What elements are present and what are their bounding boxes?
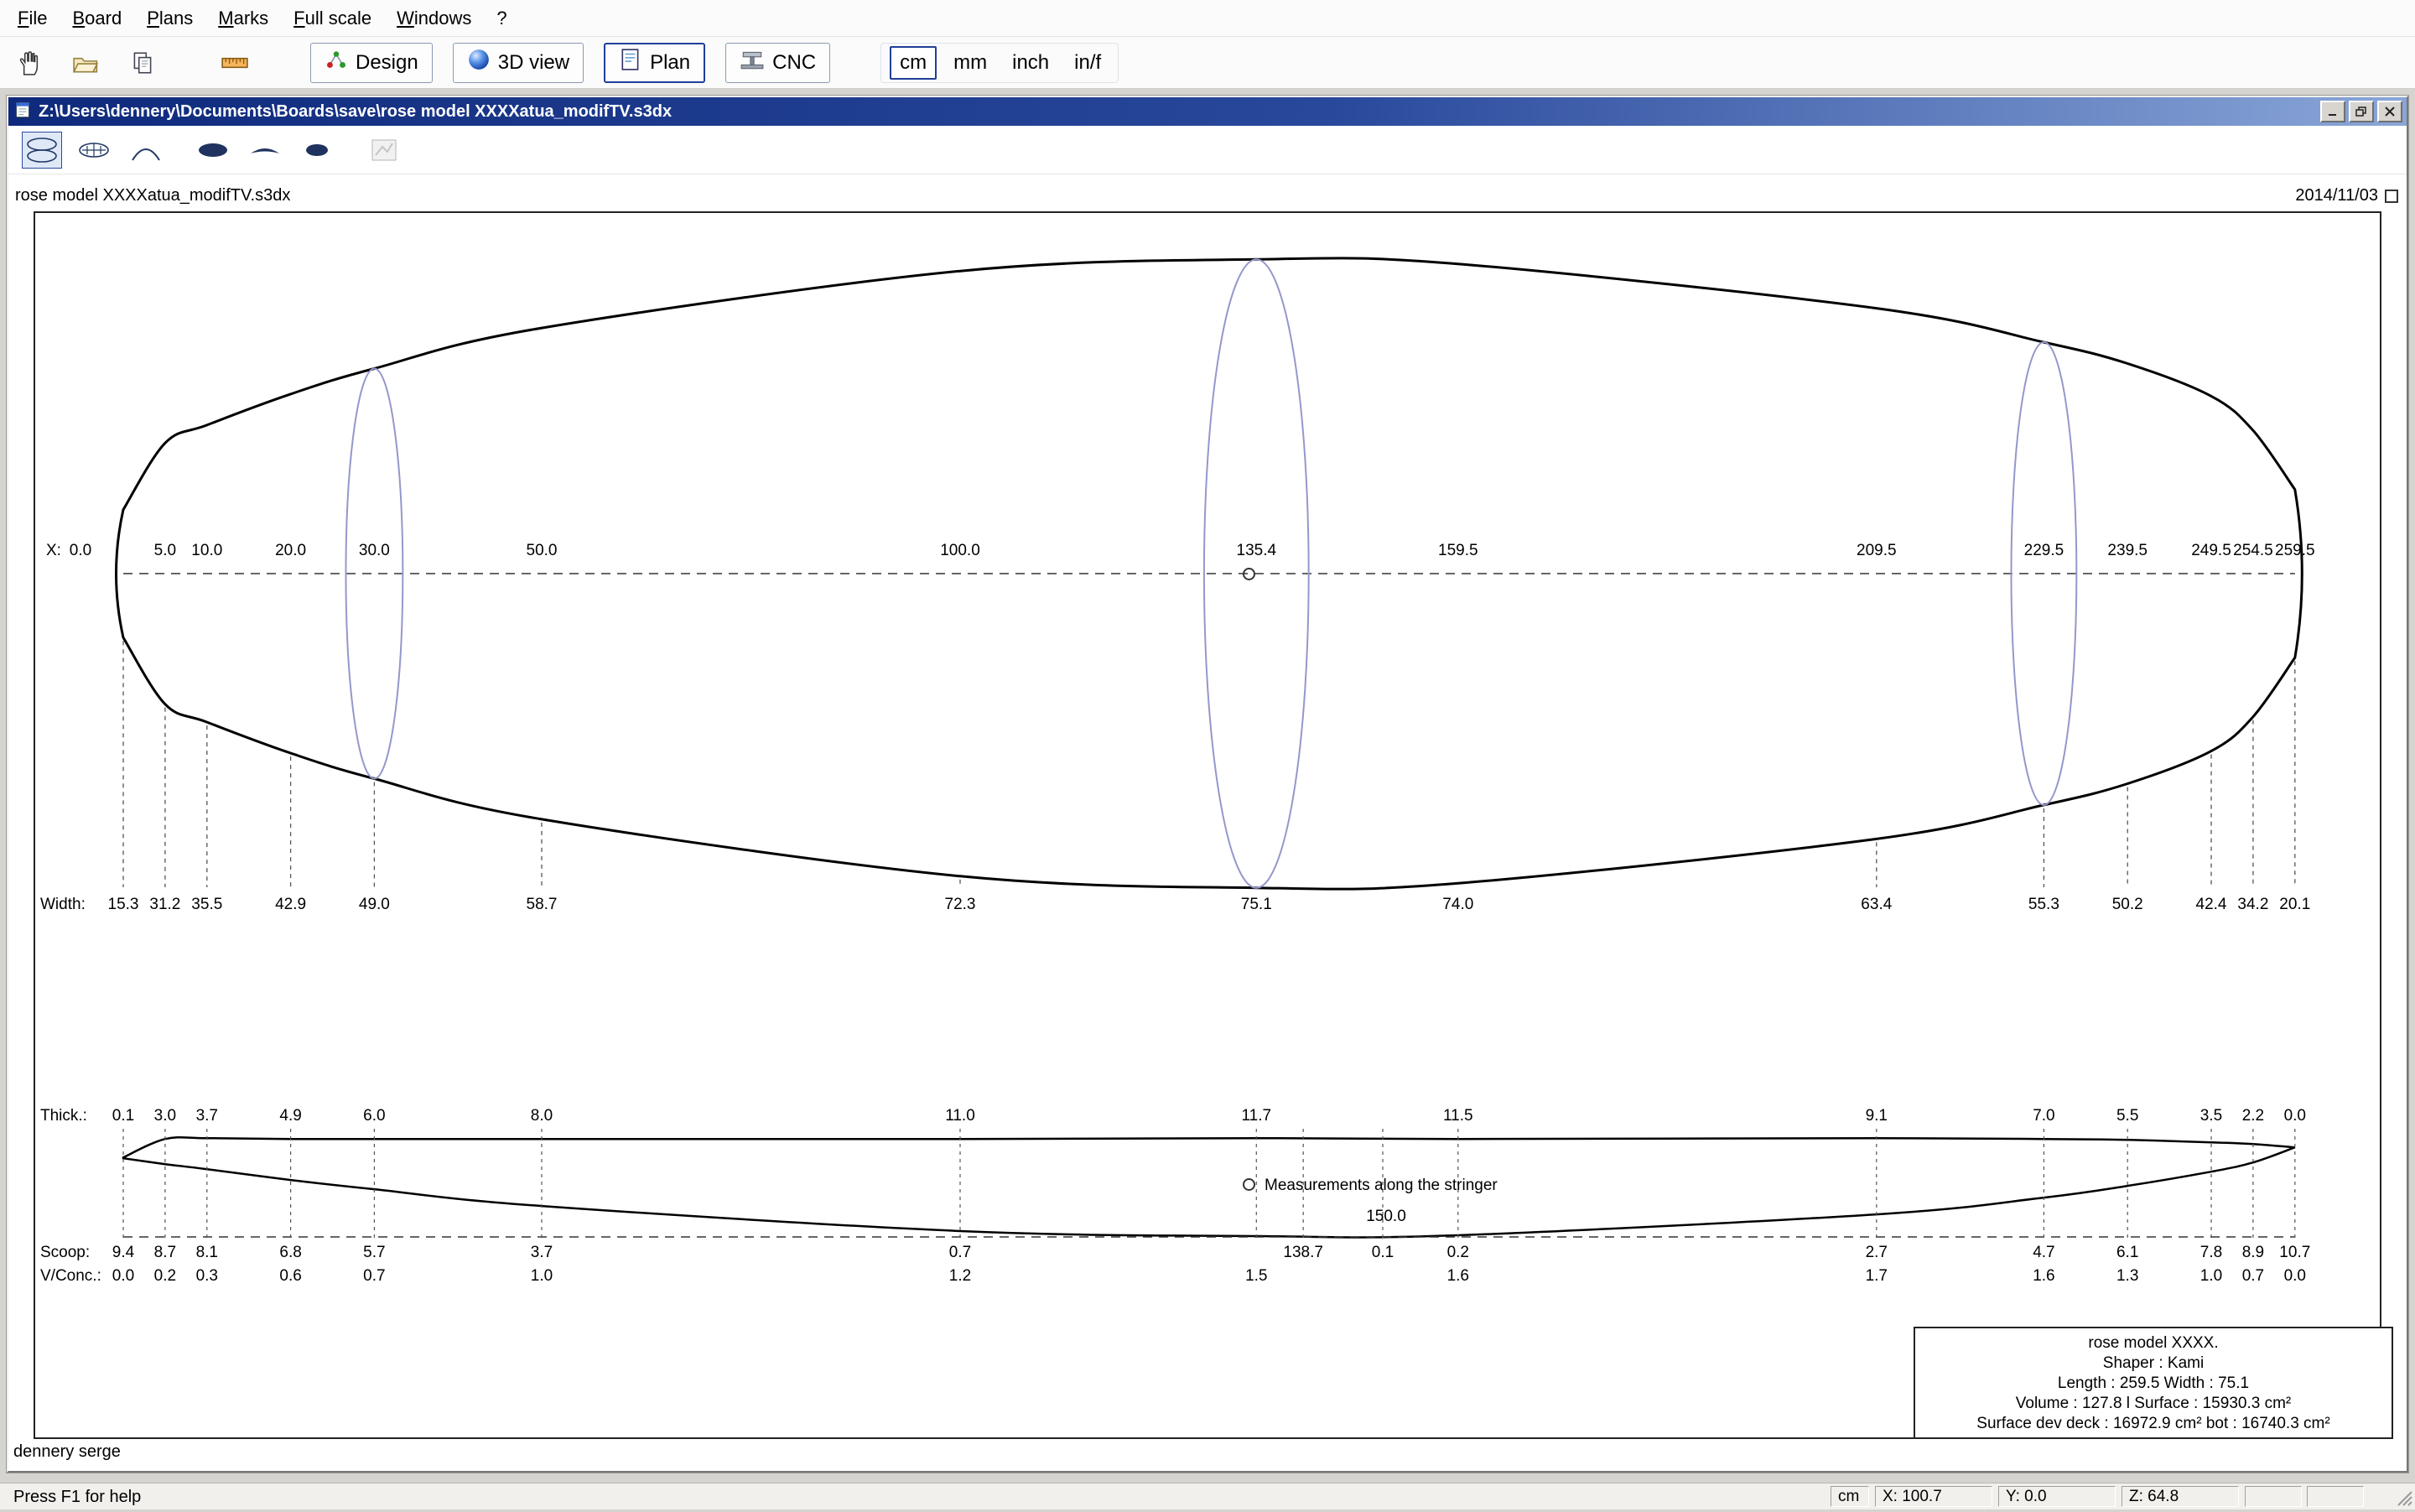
design-icon xyxy=(325,48,348,77)
document-date: 2014/11/03 xyxy=(2295,186,2378,205)
hand-tool-icon[interactable] xyxy=(8,43,49,83)
menu-item-file[interactable]: File xyxy=(5,3,60,34)
info-line-surface: Surface dev deck : 16972.9 cm² bot : 167… xyxy=(1915,1414,2392,1434)
side-view-button[interactable] xyxy=(245,132,285,169)
restore-button[interactable] xyxy=(2349,101,2374,122)
board-info-box: rose model XXXX. Shaper : Kami Length : … xyxy=(1914,1327,2393,1439)
stringer-note: Measurements along the stringer xyxy=(1265,1177,1498,1195)
info-line-shaper: Shaper : Kami xyxy=(1915,1354,2392,1374)
units-group: cm mm inch in/f xyxy=(880,43,1119,83)
statusbar: Press F1 for help cm X: 100.7 Y: 0.0 Z: … xyxy=(0,1483,2415,1509)
3d-view-button-label: 3D view xyxy=(498,51,569,75)
unit-inf[interactable]: in/f xyxy=(1066,48,1109,78)
center-point-marker[interactable] xyxy=(1243,568,1255,580)
drawing-frame xyxy=(34,211,2381,1439)
unit-cm[interactable]: cm xyxy=(890,46,937,80)
author-name: dennery serge xyxy=(13,1442,121,1462)
info-line-dimensions: Length : 259.5 Width : 75.1 xyxy=(1915,1374,2392,1394)
menu-item-board[interactable]: Board xyxy=(60,3,134,34)
statusbar-y-coordinate: Y: 0.0 xyxy=(1998,1486,2116,1507)
cnc-machine-icon xyxy=(740,48,765,77)
design-button-label: Design xyxy=(356,51,418,75)
statusbar-help: Press F1 for help xyxy=(13,1488,141,1507)
menu-item-windows[interactable]: Windows xyxy=(384,3,484,34)
unit-inch[interactable]: inch xyxy=(1004,48,1057,78)
dimensions-view-button[interactable] xyxy=(74,132,114,169)
statusbar-x-coordinate: X: 100.7 xyxy=(1875,1486,1992,1507)
view-toolbar xyxy=(8,126,2407,174)
statusbar-unit: cm xyxy=(1831,1486,1869,1507)
ruler-icon[interactable] xyxy=(215,43,255,83)
document-name: rose model XXXXatua_modifTV.s3dx xyxy=(15,186,290,205)
stringer-value: 150.0 xyxy=(1366,1208,1406,1226)
plan-button[interactable]: Plan xyxy=(604,43,705,83)
statusbar-empty-box xyxy=(2307,1486,2364,1507)
copy-icon[interactable] xyxy=(122,43,163,83)
window-titlebar: Z:\Users\dennery\Documents\Boards\save\r… xyxy=(8,97,2407,126)
menu-item-marks[interactable]: Marks xyxy=(205,3,281,34)
window-title: Z:\Users\dennery\Documents\Boards\save\r… xyxy=(39,102,672,122)
cnc-button[interactable]: CNC xyxy=(725,43,830,83)
stringer-measure-marker[interactable] xyxy=(1243,1178,1255,1191)
minimize-button[interactable] xyxy=(2320,101,2345,122)
info-line-volume: Volume : 127.8 l Surface : 15930.3 cm² xyxy=(1915,1394,2392,1414)
menu-item-?[interactable]: ? xyxy=(484,3,519,34)
info-line-model: rose model XXXX. xyxy=(1915,1333,2392,1354)
statusbar-z-coordinate: Z: 64.8 xyxy=(2122,1486,2239,1507)
menubar: FileBoardPlansMarksFull scaleWindows? xyxy=(0,0,2415,37)
cnc-button-label: CNC xyxy=(772,51,816,75)
3d-view-button[interactable]: 3D view xyxy=(453,43,584,83)
menu-item-full-scale[interactable]: Full scale xyxy=(281,3,384,34)
main-toolbar: Design 3D view Plan CNC cm mm inch in/f xyxy=(0,37,2415,89)
document-icon xyxy=(13,101,32,123)
section-view-button[interactable] xyxy=(297,132,337,169)
curve-view-button[interactable] xyxy=(126,132,166,169)
sphere-icon xyxy=(467,48,491,77)
date-checkbox[interactable] xyxy=(2385,190,2398,203)
design-button[interactable]: Design xyxy=(310,43,433,83)
export-disabled-button xyxy=(364,132,404,169)
top-view-button[interactable] xyxy=(193,132,233,169)
plan-button-label: Plan xyxy=(650,51,690,75)
unit-mm[interactable]: mm xyxy=(945,48,995,78)
statusbar-empty-box xyxy=(2245,1486,2302,1507)
open-file-icon[interactable] xyxy=(65,43,106,83)
menu-item-plans[interactable]: Plans xyxy=(134,3,205,34)
outline-view-button[interactable] xyxy=(22,132,62,169)
plan-page-icon xyxy=(619,48,642,77)
resize-grip[interactable] xyxy=(2393,1487,2413,1512)
close-button[interactable] xyxy=(2377,101,2402,122)
